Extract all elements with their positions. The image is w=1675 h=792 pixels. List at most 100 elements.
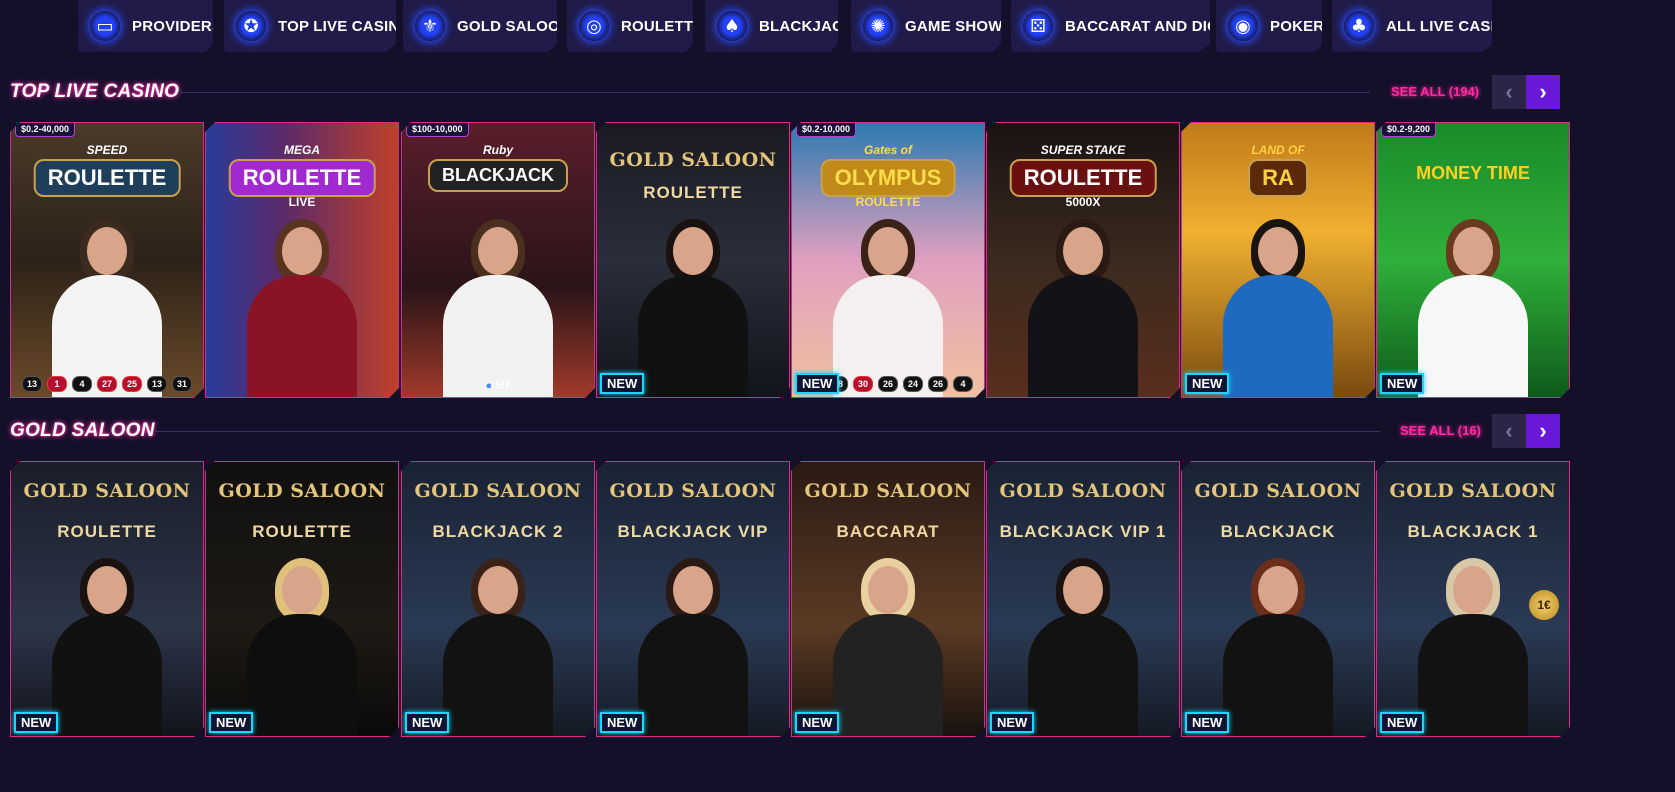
game-title-suffix: ROULETTE xyxy=(855,195,921,209)
game-title: BLACKJACK VIP xyxy=(617,522,769,541)
nav-item-game-shows[interactable]: ✺ GAME SHOWS xyxy=(851,0,1001,52)
game-subtitle: SUPER STAKE xyxy=(1040,143,1126,157)
folder-icon: ▭ xyxy=(90,11,120,41)
dealer-image xyxy=(638,227,748,397)
nav-item-poker[interactable]: ◉ POKER xyxy=(1216,0,1322,52)
gold-saloon-logo: GOLD SALOON xyxy=(609,480,777,502)
dealer-image xyxy=(247,227,357,397)
dealer-image xyxy=(247,566,357,736)
game-card[interactable]: GOLD SALOON BLACKJACK 1 1€ NEW xyxy=(1376,461,1570,737)
see-all-link[interactable]: SEE ALL (194) xyxy=(1391,84,1479,99)
game-card[interactable]: MEGA ROULETTE LIVE xyxy=(205,122,399,398)
nav-item-blackjack[interactable]: ♠ BLACKJACK xyxy=(705,0,838,52)
bet-limit-badge: $100-10,000 xyxy=(406,123,469,137)
game-card[interactable]: GOLD SALOON ROULETTE NEW xyxy=(205,461,399,737)
result-number: 27 xyxy=(97,376,117,392)
nav-item-roulette[interactable]: ◎ ROULETTE xyxy=(567,0,693,52)
game-card[interactable]: Gates ofOLYMPUSROULETTE$0.2-10,000328302… xyxy=(791,122,985,398)
section-divider xyxy=(178,92,1370,93)
game-title: ROULETTE xyxy=(643,183,743,202)
section-header-top-live-casino: TOP LIVE CASINO SEE ALL (194) ‹ › xyxy=(0,75,1675,115)
wheel-icon: ✺ xyxy=(863,11,893,41)
result-number: 25 xyxy=(122,376,142,392)
bet-chip-icon: 1€ xyxy=(1529,590,1559,620)
game-title: ROULETTE xyxy=(252,522,352,541)
spade-icon: ♠ xyxy=(717,11,747,41)
dealer-image xyxy=(1223,566,1333,736)
gold-saloon-logo: GOLD SALOON xyxy=(1389,480,1557,502)
nav-item-label: PROVIDERS xyxy=(132,17,223,35)
game-card[interactable]: SPEED ROULETTE $0.2-40,000 13 1 4 27 25 13 31 xyxy=(10,122,204,398)
gold-saloon-logo: GOLD SALOON xyxy=(23,480,191,502)
dealer-image xyxy=(1418,227,1528,397)
gold-saloon-logo: GOLD SALOON xyxy=(1194,480,1362,502)
game-title: OLYMPUS xyxy=(821,159,956,197)
section-divider xyxy=(155,431,1380,432)
game-card[interactable]: GOLD SALOON BLACKJACK VIP NEW xyxy=(596,461,790,737)
poker-chip-icon: ◉ xyxy=(1228,11,1258,41)
game-card[interactable]: GOLD SALOON BLACKJACK NEW xyxy=(1181,461,1375,737)
new-badge: NEW xyxy=(1185,712,1229,733)
game-subtitle: SPEED xyxy=(86,143,128,157)
new-badge: NEW xyxy=(405,712,449,733)
nav-item-top-live-casino[interactable]: ✪ TOP LIVE CASINO xyxy=(224,0,396,52)
result-number: 26 xyxy=(928,376,948,392)
user-icon: ● xyxy=(485,380,493,392)
nav-item-label: GAME SHOWS xyxy=(905,17,1013,35)
nav-item-label: ALL LIVE CASINO xyxy=(1386,17,1518,35)
game-card[interactable]: GOLD SALOON ROULETTE NEW xyxy=(10,461,204,737)
nav-item-label: ROULETTE xyxy=(621,17,704,35)
section-header-gold-saloon: GOLD SALOON SEE ALL (16) ‹ › xyxy=(0,414,1675,454)
game-card[interactable]: MONEY TIME $0.2-9,200 NEW xyxy=(1376,122,1570,398)
result-number: 1 xyxy=(47,376,67,392)
section-title: TOP LIVE CASINO xyxy=(10,81,180,102)
bet-limit-badge: $0.2-10,000 xyxy=(796,123,856,137)
seats-count: 5/7 xyxy=(495,380,511,392)
game-title: RA xyxy=(1248,159,1308,197)
dealer-image xyxy=(833,227,943,397)
game-card[interactable]: GOLD SALOON BLACKJACK 2 NEW xyxy=(401,461,595,737)
game-title: ROULETTE xyxy=(1010,159,1157,197)
chevron-right-icon: › xyxy=(1539,418,1547,443)
see-all-link[interactable]: SEE ALL (16) xyxy=(1400,423,1481,438)
game-card[interactable]: GOLD SALOON BACCARAT NEW xyxy=(791,461,985,737)
game-title-suffix: 5000X xyxy=(1065,195,1101,209)
game-title: BLACKJACK VIP 1 xyxy=(999,522,1167,541)
dealer-image xyxy=(443,227,553,397)
category-nav: ▭ PROVIDERS ✪ TOP LIVE CASINO ⚜ GOLD SALOON ◎ R… xyxy=(0,0,1675,52)
game-title: BLACKJACK xyxy=(1220,522,1336,541)
dealer-image xyxy=(52,227,162,397)
carousel-next-button[interactable]: › xyxy=(1526,75,1560,109)
game-card[interactable]: GOLD SALOON ROULETTE NEW xyxy=(596,122,790,398)
game-card[interactable]: GOLD SALOON BLACKJACK VIP 1 NEW xyxy=(986,461,1180,737)
nav-item-label: TOP LIVE CASINO xyxy=(278,17,412,35)
result-number: 31 xyxy=(172,376,192,392)
new-badge: NEW xyxy=(990,712,1034,733)
game-card[interactable]: LAND OF RA NEW xyxy=(1181,122,1375,398)
carousel-next-button[interactable]: › xyxy=(1526,414,1560,448)
result-number: 4 xyxy=(72,376,92,392)
dealer-image xyxy=(443,566,553,736)
game-card[interactable]: SUPER STAKE ROULETTE 5000X xyxy=(986,122,1180,398)
game-card[interactable]: Ruby BLACKJACK $100-10,000 ● 5/7 xyxy=(401,122,595,398)
carousel-prev-button[interactable]: ‹ xyxy=(1492,414,1526,448)
game-title: BLACKJACK 1 xyxy=(1407,522,1539,541)
nav-item-gold-saloon[interactable]: ⚜ GOLD SALOON xyxy=(403,0,557,52)
new-badge: NEW xyxy=(1380,373,1424,394)
dealer-image xyxy=(1418,566,1528,736)
bet-limit-badge: $0.2-40,000 xyxy=(15,123,75,137)
nav-item-providers[interactable]: ▭ PROVIDERS xyxy=(78,0,213,52)
nav-item-baccarat-and-dice[interactable]: ⚄ BACCARAT AND DICE xyxy=(1011,0,1210,52)
game-subtitle: Gates of xyxy=(863,143,912,157)
game-subtitle: Ruby xyxy=(483,143,513,157)
new-badge: NEW xyxy=(600,712,644,733)
nav-item-all-live-casino[interactable]: ♣ ALL LIVE CASINO xyxy=(1332,0,1492,52)
game-title-suffix: LIVE xyxy=(288,195,316,209)
new-badge: NEW xyxy=(795,712,839,733)
chevron-left-icon: ‹ xyxy=(1505,79,1513,104)
carousel-prev-button[interactable]: ‹ xyxy=(1492,75,1526,109)
game-title: BLACKJACK 2 xyxy=(432,522,564,541)
gold-saloon-logo: GOLD SALOON xyxy=(609,149,777,171)
game-subtitle: MEGA xyxy=(284,143,320,157)
game-thumbnail xyxy=(206,462,398,736)
